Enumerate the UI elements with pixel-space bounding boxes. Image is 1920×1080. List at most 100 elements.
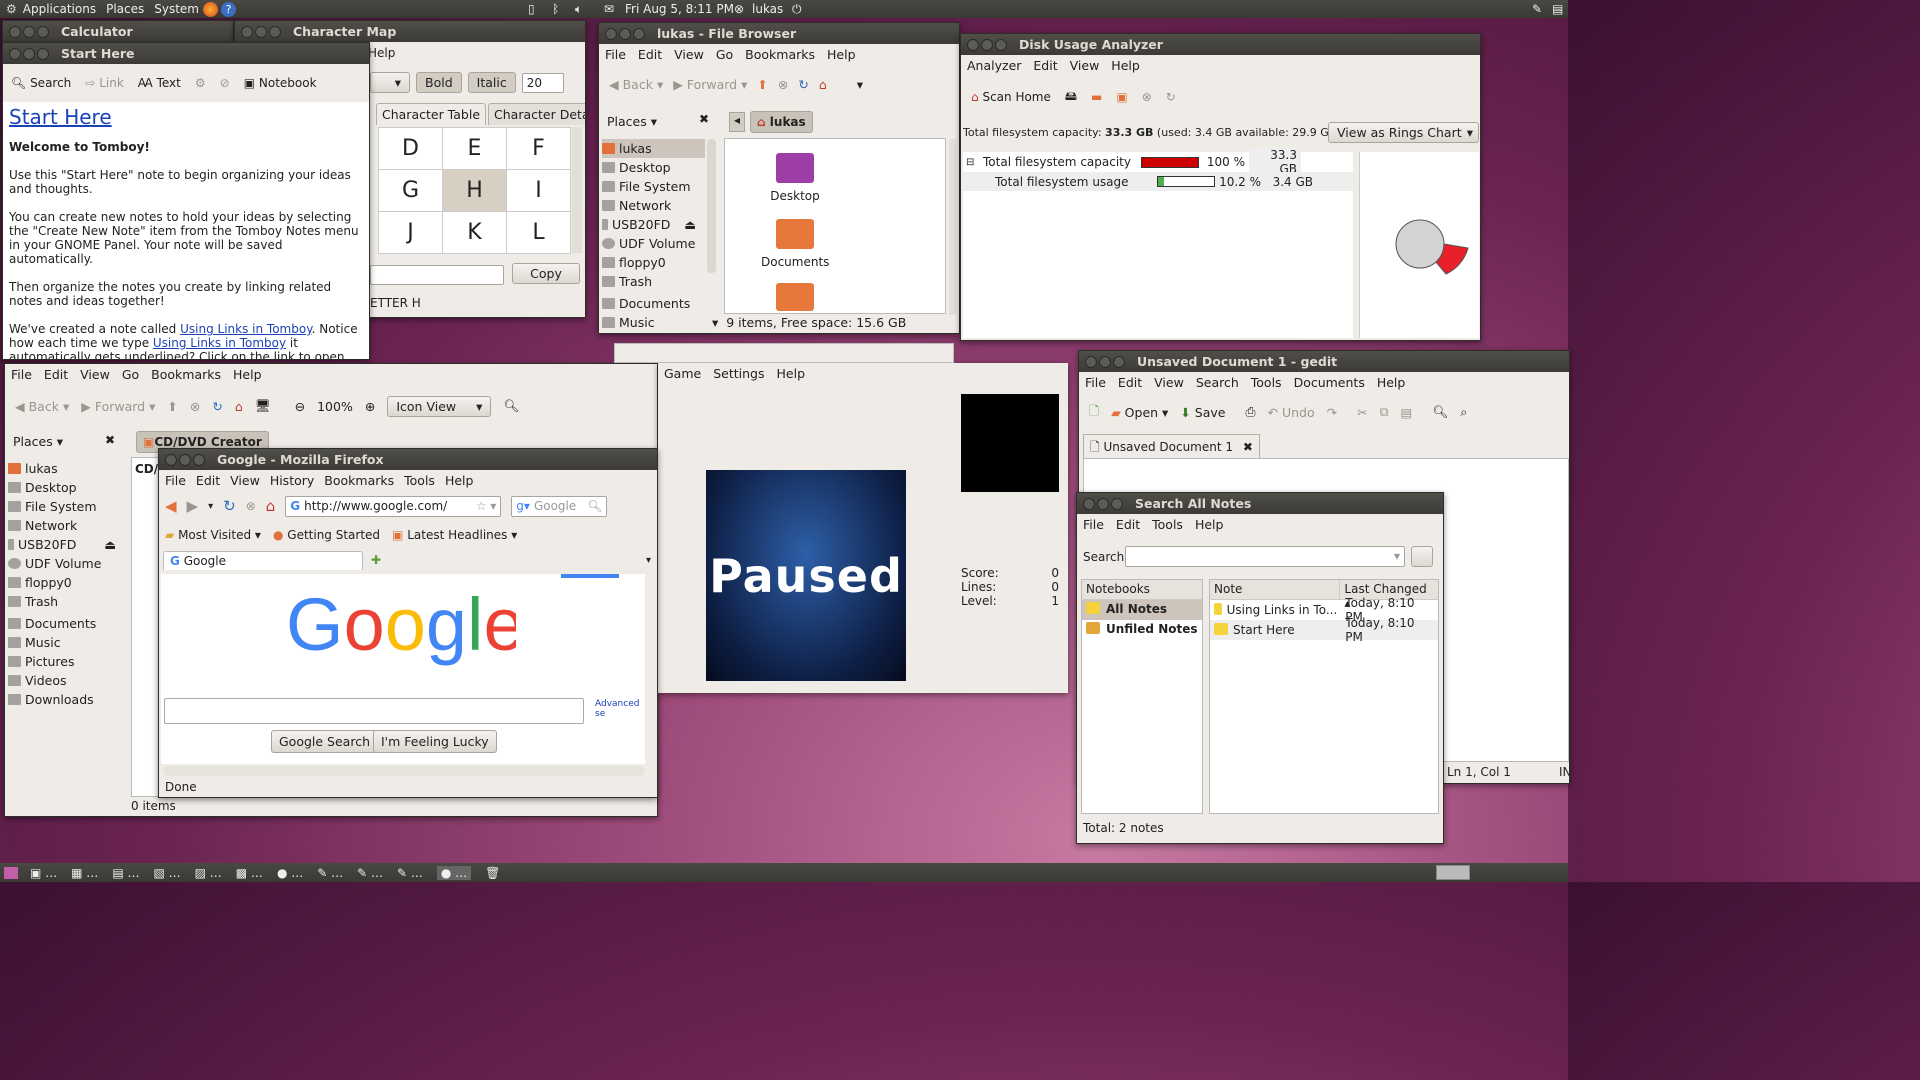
menu-edit[interactable]: Edit [1033, 58, 1057, 73]
close-icon[interactable] [1085, 355, 1097, 368]
search-notes-titlebar[interactable]: Search All Notes [1077, 493, 1443, 514]
menu-tools[interactable]: Tools [1152, 517, 1183, 532]
computer-icon[interactable]: 🖥︎ [255, 398, 271, 414]
menu-view[interactable]: View [230, 473, 260, 488]
menu-help[interactable]: Help [1111, 58, 1140, 73]
new-document-icon[interactable]: 🗋 [1089, 402, 1099, 423]
sidebar-item-file-system[interactable]: File System [602, 177, 705, 196]
home-icon[interactable]: ⌂ [819, 77, 827, 92]
menu-view[interactable]: View [1154, 375, 1184, 390]
places-selector[interactable]: Places ▾ [607, 114, 657, 129]
google-search-button[interactable]: Google Search [271, 730, 378, 753]
sidebar-item-floppy[interactable]: floppy0 [8, 573, 126, 592]
menu-file[interactable]: File [1085, 375, 1106, 390]
taskbar-item[interactable]: ✎ … [397, 866, 423, 880]
menu-file[interactable]: File [1083, 517, 1104, 532]
show-desktop-button[interactable] [4, 866, 18, 879]
maximize-icon[interactable] [1111, 497, 1123, 510]
mail-icon[interactable]: ✉ [604, 2, 614, 16]
calculator-titlebar[interactable]: Calculator [3, 21, 233, 42]
close-icon[interactable] [165, 453, 177, 466]
maximize-icon[interactable] [37, 47, 49, 60]
menu-analyzer[interactable]: Analyzer [967, 58, 1021, 73]
sidebar-scrollbar[interactable] [707, 139, 716, 273]
vertical-scrollbar[interactable] [647, 574, 657, 764]
up-icon[interactable]: ⬆ [757, 77, 767, 92]
tab-character-details[interactable]: Character Details [488, 103, 585, 125]
sidebar-item-udf[interactable]: UDF Volume [8, 554, 126, 573]
close-icon[interactable] [241, 25, 253, 38]
menu-system[interactable]: System [154, 2, 199, 16]
star-icon[interactable]: ☆ ▾ [476, 499, 497, 513]
maximize-icon[interactable] [269, 25, 281, 38]
trash-applet-icon[interactable]: 🗑︎ [485, 866, 500, 880]
workspace-switcher[interactable] [1436, 865, 1470, 880]
close-sidebar-icon[interactable]: ✖ [105, 433, 115, 447]
size-spinner[interactable]: 20 [521, 72, 564, 93]
menu-edit[interactable]: Edit [1116, 517, 1140, 532]
maximize-icon[interactable] [193, 453, 205, 466]
reload-icon[interactable]: ↻ [212, 399, 222, 414]
search-button[interactable]: 🔍︎ Search [11, 76, 71, 90]
col-header-note[interactable]: Note [1210, 580, 1341, 599]
web-content[interactable]: Google Advanced se Google Search I'm Fee… [161, 574, 645, 764]
forward-button[interactable]: ▶ Forward ▾ [673, 77, 747, 92]
menu-tools[interactable]: Tools [404, 473, 435, 488]
bookmark-most-visited[interactable]: ▰ Most Visited ▾ [165, 528, 261, 542]
disk-usage-titlebar[interactable]: Disk Usage Analyzer [961, 34, 1480, 55]
print-icon[interactable]: ⎙ [1245, 404, 1255, 420]
menu-history[interactable]: History [270, 473, 314, 488]
menu-edit[interactable]: Edit [44, 367, 68, 382]
menu-bookmarks[interactable]: Bookmarks [324, 473, 394, 488]
close-icon[interactable] [9, 47, 21, 60]
sidebar-item-pictures[interactable]: Pictures [8, 652, 126, 671]
taskbar-item[interactable]: ▤ … [112, 866, 139, 880]
firefox-titlebar[interactable]: Google - Mozilla Firefox [159, 449, 657, 470]
copy-icon[interactable]: ⧉ [1380, 404, 1389, 420]
notebook-button[interactable]: ▣ Notebook [244, 76, 317, 90]
sidebar-item-usb[interactable]: USB20FD ⏏ [8, 535, 126, 554]
charmap-titlebar[interactable]: Character Map [235, 21, 585, 42]
sidebar-item-downloads[interactable]: Downloads [8, 690, 126, 709]
breadcrumb-lukas[interactable]: ⌂ lukas [750, 111, 813, 133]
forward-icon[interactable]: ▶ [187, 497, 199, 515]
note-title[interactable]: Start Here [9, 104, 363, 130]
menu-settings[interactable]: Settings [713, 366, 764, 381]
taskbar-item-firefox[interactable]: ● … [436, 865, 472, 880]
minimize-icon[interactable] [981, 38, 993, 51]
feeling-lucky-button[interactable]: I'm Feeling Lucky [373, 730, 497, 753]
menu-go[interactable]: Go [122, 367, 139, 382]
menu-game[interactable]: Game [664, 366, 701, 381]
taskbar-item[interactable]: ✎ … [357, 866, 383, 880]
ubuntu-logo-icon[interactable]: ⚙ [6, 2, 17, 16]
close-icon[interactable] [9, 25, 21, 38]
search-icon[interactable]: 🔍︎ [587, 499, 602, 513]
sidebar-item-videos[interactable]: Videos [8, 671, 126, 690]
menu-file[interactable]: File [11, 367, 32, 382]
stop-icon[interactable]: ⊗ [778, 77, 788, 92]
power-icon[interactable]: ⏻ [792, 2, 802, 17]
taskbar-item[interactable]: ▧ … [153, 866, 180, 880]
home-icon[interactable]: ⌂ [235, 399, 243, 414]
menu-view[interactable]: View [1070, 58, 1100, 73]
sidebar-item-desktop[interactable]: Desktop [602, 158, 705, 177]
chevron-down-icon[interactable]: ▾ [1394, 549, 1400, 563]
volume-icon[interactable]: 🔈︎ [575, 2, 582, 17]
close-icon[interactable] [1083, 497, 1095, 510]
bookmark-latest-headlines[interactable]: ▣ Latest Headlines ▾ [392, 528, 517, 542]
sidebar-item-trash[interactable]: Trash [8, 592, 126, 611]
google-search-input[interactable] [164, 698, 584, 724]
scrollbar[interactable] [949, 139, 957, 315]
reload-icon[interactable]: ↻ [223, 497, 236, 515]
notebook-unfiled-notes[interactable]: Unfiled Notes [1082, 620, 1202, 640]
char-cell[interactable]: F [507, 128, 571, 170]
back-button[interactable]: ◀ Back ▾ [15, 399, 69, 414]
sidebar-item-desktop[interactable]: Desktop [8, 478, 126, 497]
refresh-icon[interactable]: ↻ [1166, 90, 1176, 104]
undo-button[interactable]: ↶ Undo [1267, 405, 1314, 420]
rings-chart[interactable] [1359, 152, 1479, 338]
horizontal-scrollbar[interactable] [163, 766, 645, 776]
back-button[interactable]: ◀ Back ▾ [609, 77, 663, 92]
usage-tree[interactable]: ⊟ Total filesystem capacity 100 % 33.3 G… [963, 148, 1353, 338]
menu-tools[interactable]: Tools [1251, 375, 1282, 390]
